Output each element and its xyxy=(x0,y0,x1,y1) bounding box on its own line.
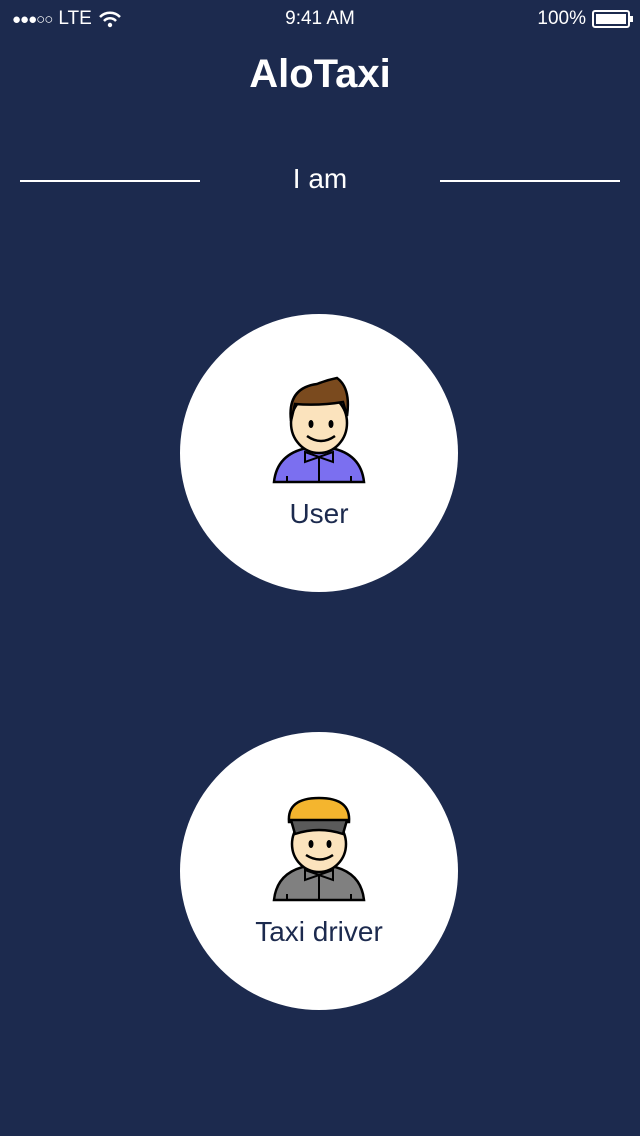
battery-icon xyxy=(592,10,633,28)
app-title: AloTaxi xyxy=(249,52,391,96)
taxi-driver-avatar-icon xyxy=(272,796,366,902)
status-bar: ●●●○○ LTE 9:41 AM 100% xyxy=(0,0,640,40)
prompt-label: I am xyxy=(292,163,348,194)
taxi-driver-option-label: Taxi driver xyxy=(255,916,383,947)
battery-percent: 100% xyxy=(537,8,586,29)
user-option-label: User xyxy=(289,498,349,529)
user-avatar-icon xyxy=(272,376,366,484)
divider-right xyxy=(440,180,620,182)
user-option-button[interactable]: User xyxy=(180,314,458,592)
taxi-driver-option-button[interactable]: Taxi driver xyxy=(180,732,458,1010)
